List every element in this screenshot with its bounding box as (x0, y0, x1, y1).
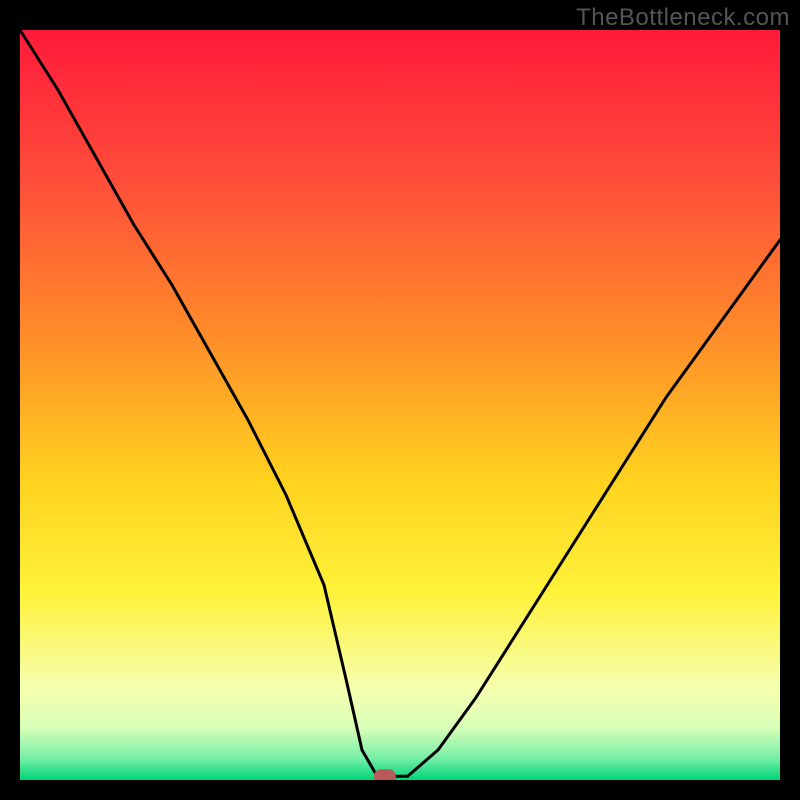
plot-area (20, 30, 780, 780)
watermark-text: TheBottleneck.com (576, 4, 790, 32)
bottleneck-chart (20, 30, 780, 780)
chart-background (20, 30, 780, 780)
chart-frame: TheBottleneck.com (0, 0, 800, 800)
optimum-marker (374, 769, 396, 780)
